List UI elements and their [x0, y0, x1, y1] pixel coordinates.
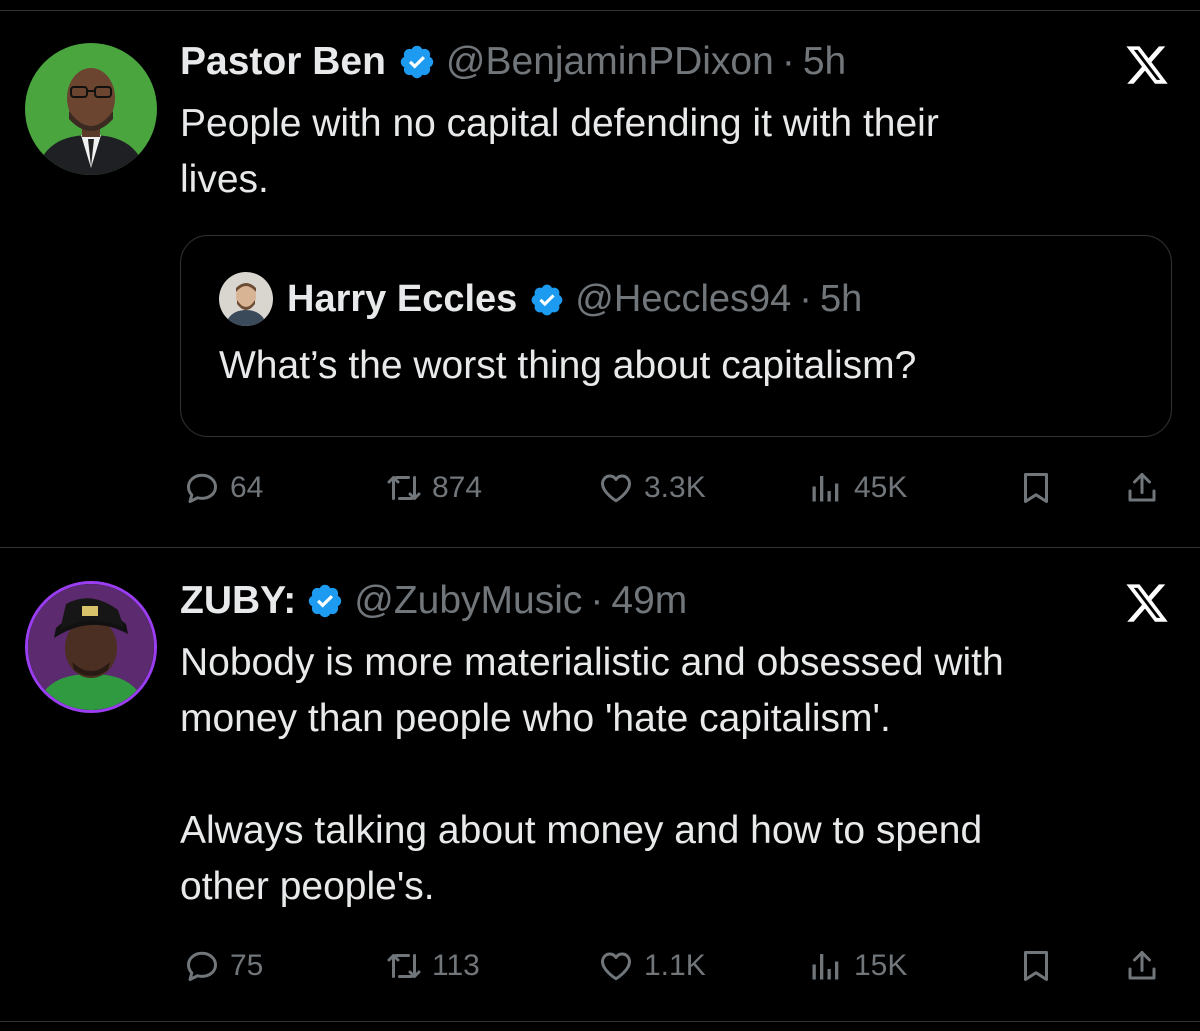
views-icon	[808, 470, 844, 506]
view-count: 15K	[854, 949, 908, 982]
quoted-author-handle[interactable]: @Heccles94	[575, 278, 791, 321]
repost-button[interactable]: 874	[386, 466, 482, 510]
repost-count: 874	[432, 471, 483, 504]
bookmark-icon	[1018, 948, 1054, 984]
views-icon	[808, 948, 844, 984]
x-logo-icon	[1124, 580, 1170, 626]
author-handle[interactable]: @ZubyMusic	[354, 579, 582, 623]
bookmark-button[interactable]	[1018, 466, 1054, 510]
reply-button[interactable]: 64	[184, 466, 263, 510]
like-button[interactable]: 1.1K	[598, 944, 706, 988]
timestamp[interactable]: 5h	[803, 40, 846, 84]
view-count: 45K	[854, 471, 908, 504]
reply-button[interactable]: 75	[184, 944, 263, 988]
reply-count: 75	[230, 949, 264, 982]
views-button[interactable]: 15K	[808, 944, 907, 988]
share-button[interactable]	[1124, 466, 1160, 510]
repost-count: 113	[432, 949, 480, 982]
separator-dot: ·	[590, 579, 604, 622]
tweet-header: ZUBY: @ZubyMusic · 49m	[180, 579, 687, 623]
verified-badge-icon	[306, 582, 344, 620]
like-icon	[598, 470, 634, 506]
bookmark-icon	[1018, 470, 1054, 506]
bookmark-button[interactable]	[1018, 944, 1054, 988]
separator-dot: ·	[781, 40, 795, 83]
reply-count: 64	[230, 471, 264, 504]
quoted-tweet[interactable]: Harry Eccles @Heccles94 · 5h What’s the …	[180, 235, 1172, 437]
reply-icon	[184, 948, 220, 984]
x-logo-icon	[1124, 42, 1170, 88]
tweet-text: People with no capital defending it with…	[180, 102, 939, 201]
share-button[interactable]	[1124, 944, 1160, 988]
share-icon	[1124, 470, 1160, 506]
quoted-author-name[interactable]: Harry Eccles	[287, 278, 517, 321]
like-count: 1.1K	[644, 949, 706, 982]
tweet-text: Nobody is more materialistic and obsesse…	[180, 641, 1004, 908]
quoted-header: Harry Eccles @Heccles94 · 5h	[287, 278, 862, 321]
repost-button[interactable]: 113	[386, 944, 480, 988]
separator-dot: ·	[799, 278, 812, 320]
quoted-text: What’s the worst thing about capitalism?	[219, 344, 917, 387]
tweet-card[interactable]: ZUBY: @ZubyMusic · 49m Nobody is more ma…	[0, 548, 1200, 1022]
verified-badge-icon	[398, 43, 436, 81]
quoted-avatar[interactable]	[219, 272, 273, 326]
views-button[interactable]: 45K	[808, 466, 907, 510]
avatar[interactable]	[25, 43, 157, 175]
share-icon	[1124, 948, 1160, 984]
tweet-header: Pastor Ben @BenjaminPDixon · 5h	[180, 40, 846, 84]
reply-icon	[184, 470, 220, 506]
repost-icon	[386, 470, 422, 506]
author-name[interactable]: ZUBY:	[180, 579, 296, 623]
like-count: 3.3K	[644, 471, 706, 504]
author-handle[interactable]: @BenjaminPDixon	[446, 40, 774, 84]
author-name[interactable]: Pastor Ben	[180, 40, 386, 84]
verified-badge-icon	[529, 282, 565, 318]
action-bar: 75 113 1.1K 15K	[180, 944, 1170, 988]
repost-icon	[386, 948, 422, 984]
tweet-card[interactable]: Pastor Ben @BenjaminPDixon · 5h People w…	[0, 10, 1200, 548]
like-button[interactable]: 3.3K	[598, 466, 706, 510]
timestamp[interactable]: 49m	[611, 579, 687, 623]
avatar[interactable]	[25, 581, 157, 713]
action-bar: 64 874 3.3K 45K	[180, 466, 1170, 510]
quoted-timestamp[interactable]: 5h	[820, 278, 862, 321]
like-icon	[598, 948, 634, 984]
